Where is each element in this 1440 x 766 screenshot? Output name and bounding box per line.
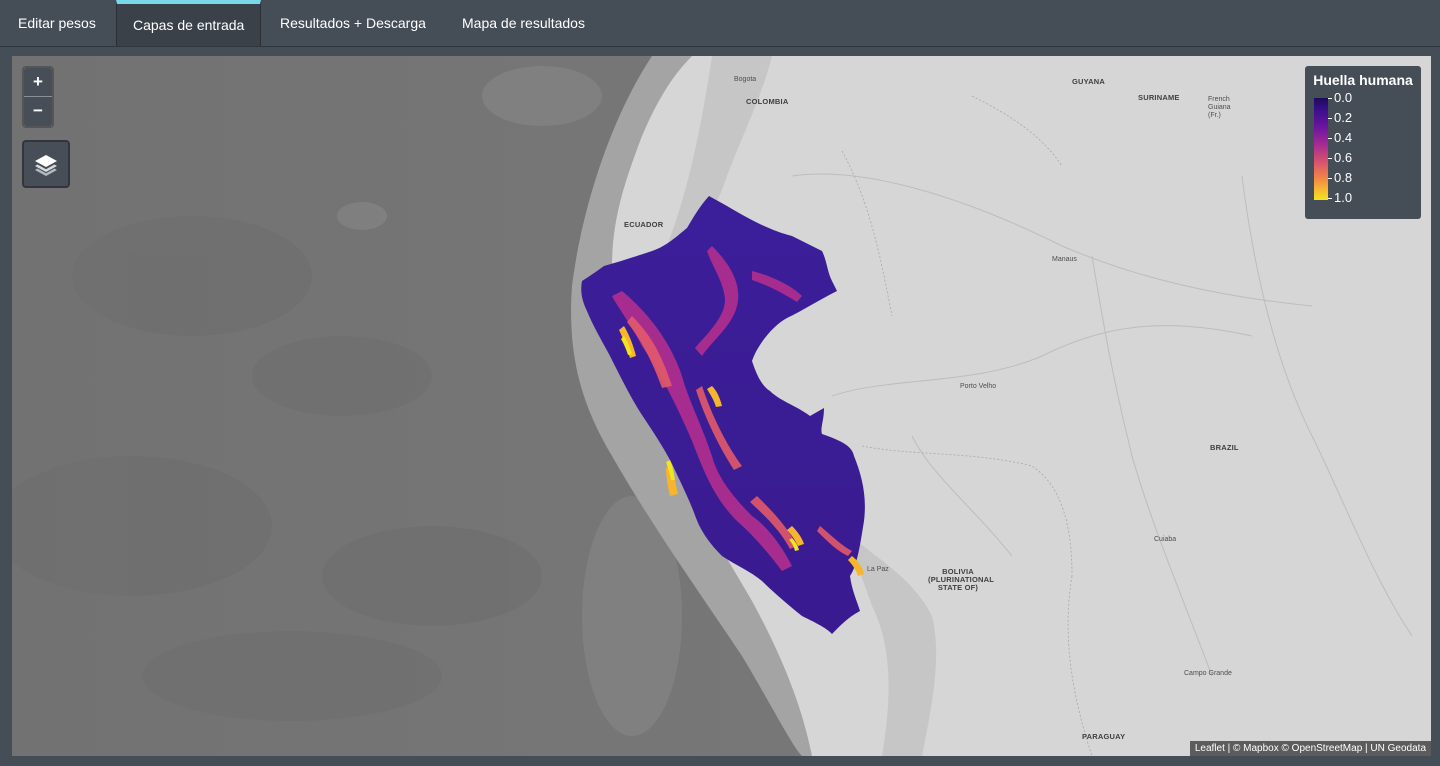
label-brazil: BRAZIL: [1210, 443, 1239, 452]
tab-resultados-descarga[interactable]: Resultados + Descarga: [264, 0, 442, 46]
legend-label: 1.0: [1334, 190, 1353, 205]
zoom-in-button[interactable]: +: [24, 68, 52, 97]
label-paraguay: PARAGUAY: [1082, 732, 1126, 741]
tab-capas-de-entrada[interactable]: Capas de entrada: [116, 0, 262, 46]
zoom-control: + −: [22, 66, 54, 128]
label-campo-grande: Campo Grande: [1184, 670, 1232, 677]
legend-tick: [1328, 198, 1332, 199]
legend-title: Huella humana: [1313, 72, 1413, 88]
label-french-guiana: French Guiana (Fr.): [1208, 96, 1231, 119]
attribution-text: | © Mapbox © OpenStreetMap | UN Geodata: [1227, 743, 1426, 754]
legend-label: 0.6: [1334, 150, 1353, 165]
label-cuiaba: Cuiaba: [1154, 536, 1177, 543]
legend-tick: [1328, 98, 1332, 99]
legend-tick: [1328, 118, 1332, 119]
tab-mapa-de-resultados[interactable]: Mapa de resultados: [446, 0, 601, 46]
legend-label: 0.4: [1334, 130, 1353, 145]
label-ecuador: ECUADOR: [624, 220, 664, 229]
label-colombia: COLOMBIA: [746, 97, 789, 106]
label-guyana: GUYANA: [1072, 77, 1106, 86]
label-bogota: Bogota: [734, 76, 757, 83]
label-la-paz: La Paz: [867, 566, 889, 573]
layers-control-button[interactable]: [22, 140, 70, 188]
leaflet-link[interactable]: Leaflet: [1195, 743, 1225, 754]
label-porto-velho: Porto Velho: [960, 383, 997, 390]
map-container[interactable]: COLOMBIA GUYANA SURINAME ECUADOR BRAZIL …: [12, 56, 1431, 756]
legend-label: 0.0: [1334, 90, 1353, 105]
label-bolivia: BOLIVIA (PLURINATIONAL STATE OF): [928, 567, 994, 592]
legend-tick: [1328, 178, 1332, 179]
legend-label: 0.8: [1334, 170, 1353, 185]
legend-colorbar: [1314, 98, 1328, 200]
tab-bar: Editar pesos Capas de entrada Resultados…: [0, 0, 1440, 47]
legend-tick: [1328, 138, 1332, 139]
zoom-out-button[interactable]: −: [24, 97, 52, 126]
legend-tick: [1328, 158, 1332, 159]
layers-icon: [35, 155, 57, 176]
label-suriname: SURINAME: [1138, 93, 1180, 102]
tab-editar-pesos[interactable]: Editar pesos: [2, 0, 112, 46]
map-basemap: [12, 56, 1431, 756]
map-attribution: Leaflet | © Mapbox © OpenStreetMap | UN …: [1189, 741, 1431, 756]
legend: Huella humana 0.0 0.2 0.4 0.6 0.8 1.0: [1305, 66, 1421, 219]
legend-label: 0.2: [1334, 110, 1353, 125]
label-manaus: Manaus: [1052, 256, 1077, 263]
